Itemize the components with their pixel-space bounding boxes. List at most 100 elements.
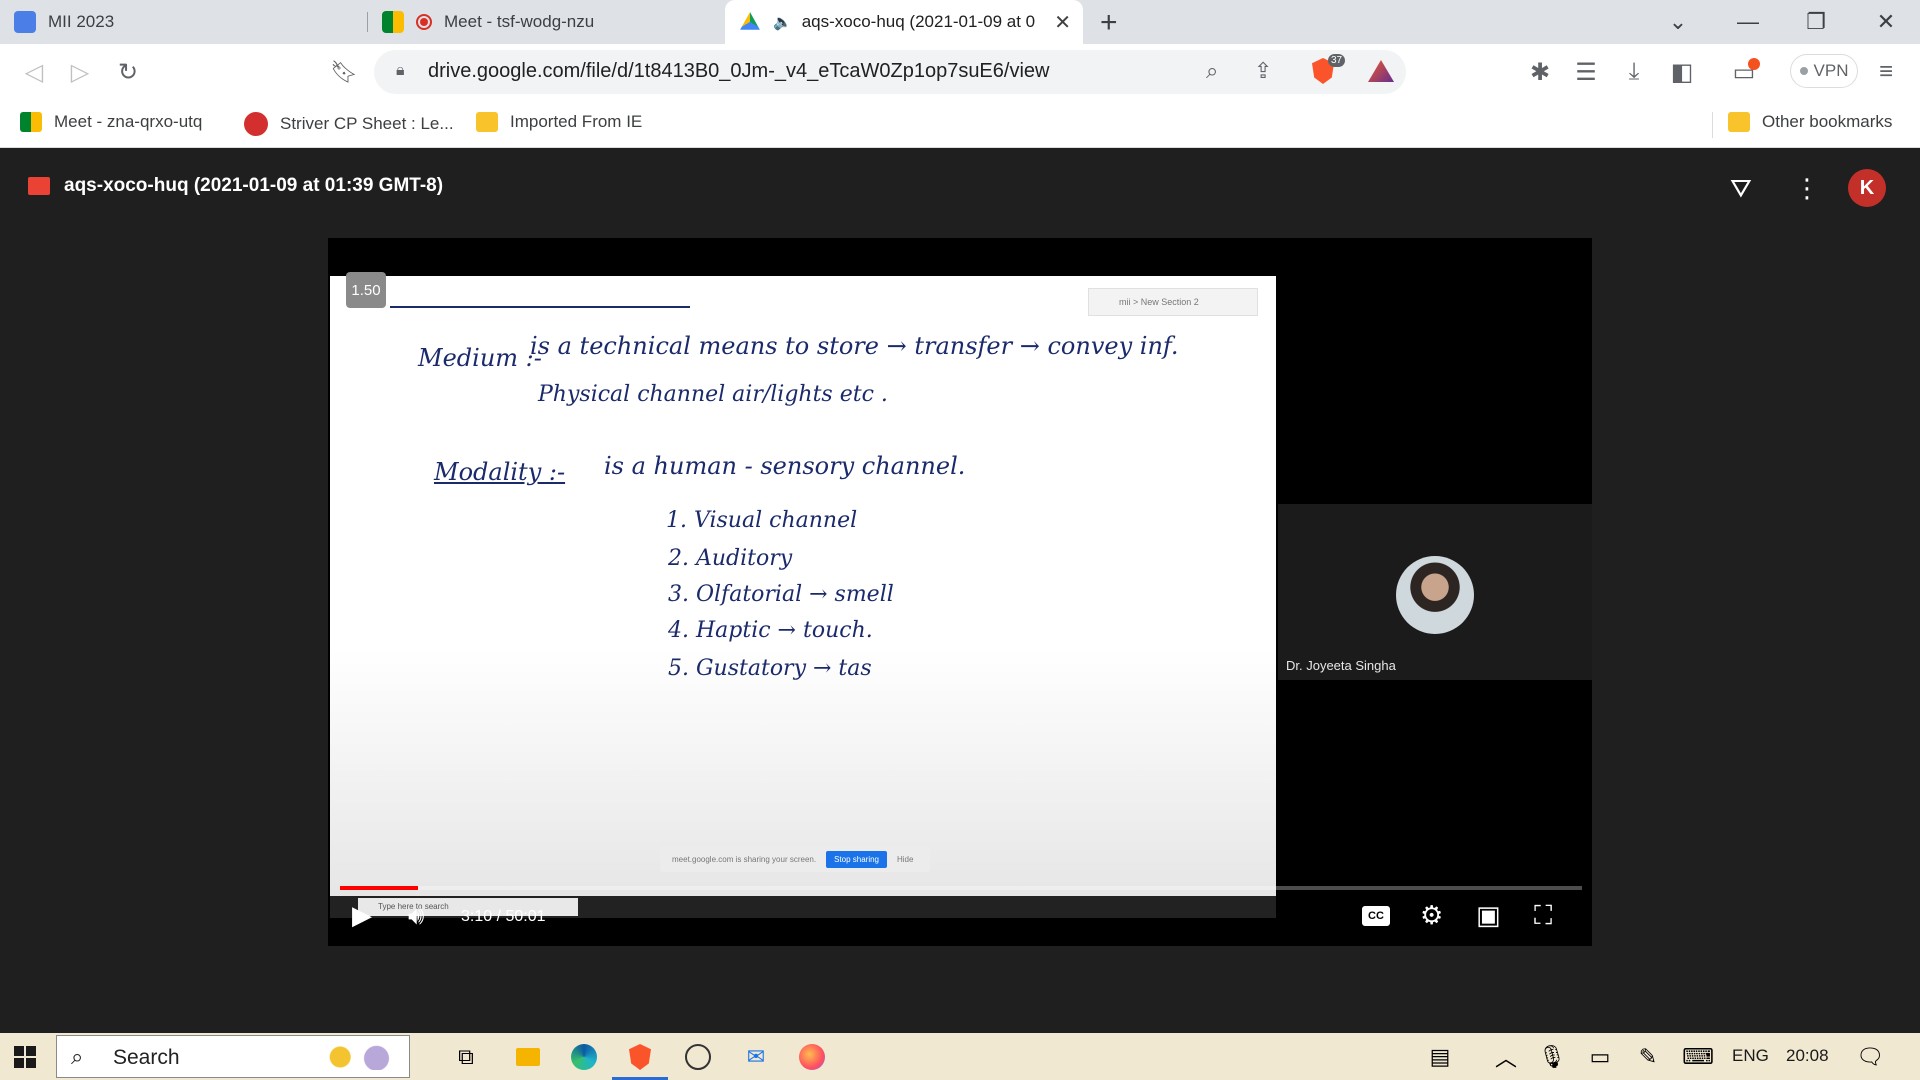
share-icon[interactable]: ⇪ [1254, 58, 1272, 84]
video-player[interactable]: mii > New Section 2 Medium :- is a techn… [328, 238, 1592, 946]
bookmark-icon[interactable]: 🔖︎ [328, 56, 360, 88]
restore-button[interactable]: ❐ [1782, 0, 1850, 44]
minimize-button[interactable]: — [1714, 0, 1782, 44]
search-highlight-icon [327, 1044, 393, 1070]
reload-icon[interactable]: ↻ [112, 56, 144, 88]
modality-item: 3. Olfatorial → smell [668, 582, 894, 607]
play-icon[interactable]: ▶ [352, 900, 372, 931]
file-name: aqs-xoco-huq (2021-01-09 at 01:39 GMT-8) [64, 175, 444, 196]
participant-tile: Dr. Joyeeta Singha [1278, 504, 1592, 680]
close-window-button[interactable]: ✕ [1852, 0, 1920, 44]
close-tab-icon[interactable]: ✕ [1054, 10, 1071, 35]
menu-icon[interactable]: ≡ [1870, 56, 1902, 88]
avatar[interactable]: K [1848, 169, 1886, 207]
notifications-icon[interactable]: 🗨︎ [1854, 1041, 1886, 1073]
medium-example: Physical channel air/lights etc . [538, 382, 888, 407]
speaker-icon[interactable]: 🔈 [773, 13, 792, 31]
clock[interactable]: 20:08 [1786, 1046, 1829, 1066]
download-icon[interactable]: ⤓ [1618, 56, 1650, 88]
progress-played [340, 886, 419, 890]
show-hidden-icons[interactable]: ︿ [1490, 1041, 1522, 1073]
bookmark-imported-ie[interactable]: Imported From IE [476, 112, 642, 132]
microphone-icon[interactable]: 🎙︎ [1536, 1041, 1568, 1073]
vpn-label: VPN [1813, 61, 1849, 80]
modality-item: 2. Auditory [668, 546, 793, 571]
time-display: 3:10 / 50:01 [461, 908, 546, 925]
settings-gear-icon[interactable]: ⚙ [1420, 900, 1443, 931]
task-view-icon[interactable]: ⧉ [450, 1041, 482, 1073]
bookmark-label: Striver CP Sheet : Le... [280, 114, 454, 133]
share-text: meet.google.com is sharing your screen. [672, 854, 817, 864]
bookmark-label: Other bookmarks [1762, 112, 1893, 131]
pen-icon[interactable]: ✎ [1632, 1041, 1664, 1073]
keyboard-icon[interactable]: ⌨ [1682, 1041, 1714, 1073]
modality-item: 5. Gustatory → tas [668, 656, 872, 681]
folder-icon [1728, 112, 1750, 132]
wallet-icon[interactable]: ▭ [1728, 56, 1760, 88]
medium-heading: Medium :- [418, 344, 542, 372]
onenote-panel: mii > New Section 2 [1088, 288, 1258, 316]
bookmark-label: Meet - zna-qrxo-utq [54, 112, 203, 131]
progress-bar[interactable] [340, 886, 1582, 890]
search-label: Search [113, 1046, 180, 1069]
url-text[interactable]: drive.google.com/file/d/1t8413B0_0Jm-_v4… [428, 60, 1049, 83]
zoom-icon[interactable]: ⌕ [1206, 58, 1218, 84]
bookmark-label: Imported From IE [510, 112, 643, 131]
firefox-icon[interactable] [796, 1041, 828, 1073]
language-indicator[interactable]: ENG [1732, 1046, 1769, 1066]
back-icon[interactable]: ◁ [18, 56, 50, 88]
sidebar-icon[interactable]: ◧ [1666, 56, 1698, 88]
address-bar[interactable]: 🔒︎ drive.google.com/file/d/1t8413B0_0Jm-… [374, 50, 1406, 94]
modality-definition: is a human - sensory channel. [604, 452, 966, 480]
miniplayer-icon[interactable]: ▣ [1476, 900, 1501, 931]
forward-icon[interactable]: ▷ [64, 56, 96, 88]
modality-item: 4. Haptic → touch. [668, 618, 873, 643]
brave-badge: 37 [1328, 54, 1346, 67]
participant-avatar [1396, 556, 1474, 634]
captions-button[interactable]: CC [1362, 906, 1390, 926]
volume-icon[interactable]: 🔊︎ [408, 900, 424, 932]
person-tab-icon [14, 11, 36, 33]
bookmarks-bar: Meet - zna-qrxo-utq Striver CP Sheet : L… [0, 100, 1920, 148]
meet-tab-icon [382, 11, 404, 33]
bookmark-striver[interactable]: Striver CP Sheet : Le... [244, 112, 454, 136]
bookmark-meet[interactable]: Meet - zna-qrxo-utq [20, 112, 202, 132]
speed-badge: 1.50 [346, 272, 386, 308]
vpn-button[interactable]: VPN [1790, 54, 1858, 88]
edge-icon[interactable] [568, 1041, 600, 1073]
tab-drive-video[interactable]: 🔈 aqs-xoco-huq (2021-01-09 at 0 ✕ [725, 0, 1083, 44]
stop-sharing-button: Stop sharing [826, 850, 887, 868]
lock-icon: 🔒︎ [396, 62, 405, 79]
brave-rewards-icon[interactable] [1368, 60, 1394, 82]
new-tab-button[interactable]: + [1100, 6, 1118, 40]
tab-mii-2023[interactable]: MII 2023 [0, 0, 368, 44]
shared-slide: mii > New Section 2 Medium :- is a techn… [330, 276, 1276, 918]
tab-meet[interactable]: Meet - tsf-wodg-nzu [368, 0, 723, 44]
folder-icon [476, 112, 498, 132]
taskbar-search[interactable]: ⌕ Search [56, 1035, 410, 1078]
news-widget-icon[interactable]: ▤ [1424, 1041, 1456, 1073]
modality-heading: Modality :- [434, 458, 566, 486]
other-bookmarks[interactable]: Other bookmarks [1728, 112, 1892, 132]
participant-name: Dr. Joyeeta Singha [1286, 658, 1396, 673]
extensions-icon[interactable]: ✱ [1524, 56, 1556, 88]
fullscreen-icon[interactable]: ⛶ [1534, 900, 1552, 932]
underline-stroke [390, 282, 690, 308]
reading-list-icon[interactable]: ☰ [1570, 56, 1602, 88]
medium-definition: is a technical means to store → transfer… [530, 332, 1179, 360]
dell-icon[interactable] [682, 1041, 714, 1073]
add-to-drive-icon[interactable]: ⛛ [1730, 173, 1752, 205]
battery-icon[interactable]: ▭ [1584, 1041, 1616, 1073]
tab-search-icon[interactable]: ⌄ [1644, 0, 1712, 44]
drive-tab-icon [740, 12, 760, 30]
mail-icon[interactable]: ✉ [740, 1041, 772, 1073]
file-explorer-icon[interactable] [512, 1041, 544, 1073]
tuf-icon [244, 112, 268, 136]
brave-icon[interactable] [624, 1041, 656, 1073]
tab-title: aqs-xoco-huq (2021-01-09 at 0 [801, 12, 1036, 31]
modality-item: 1. Visual channel [666, 508, 858, 533]
more-options-icon[interactable]: ⋮ [1794, 173, 1820, 204]
windows-start-icon[interactable] [14, 1046, 36, 1068]
screen-share-bar: meet.google.com is sharing your screen. … [660, 846, 930, 872]
windows-taskbar: ⌕ Search ⧉ ✉ ▤ ︿ 🎙︎ ▭ ✎ ⌨ ENG 20:08 🗨︎ [0, 1033, 1920, 1080]
